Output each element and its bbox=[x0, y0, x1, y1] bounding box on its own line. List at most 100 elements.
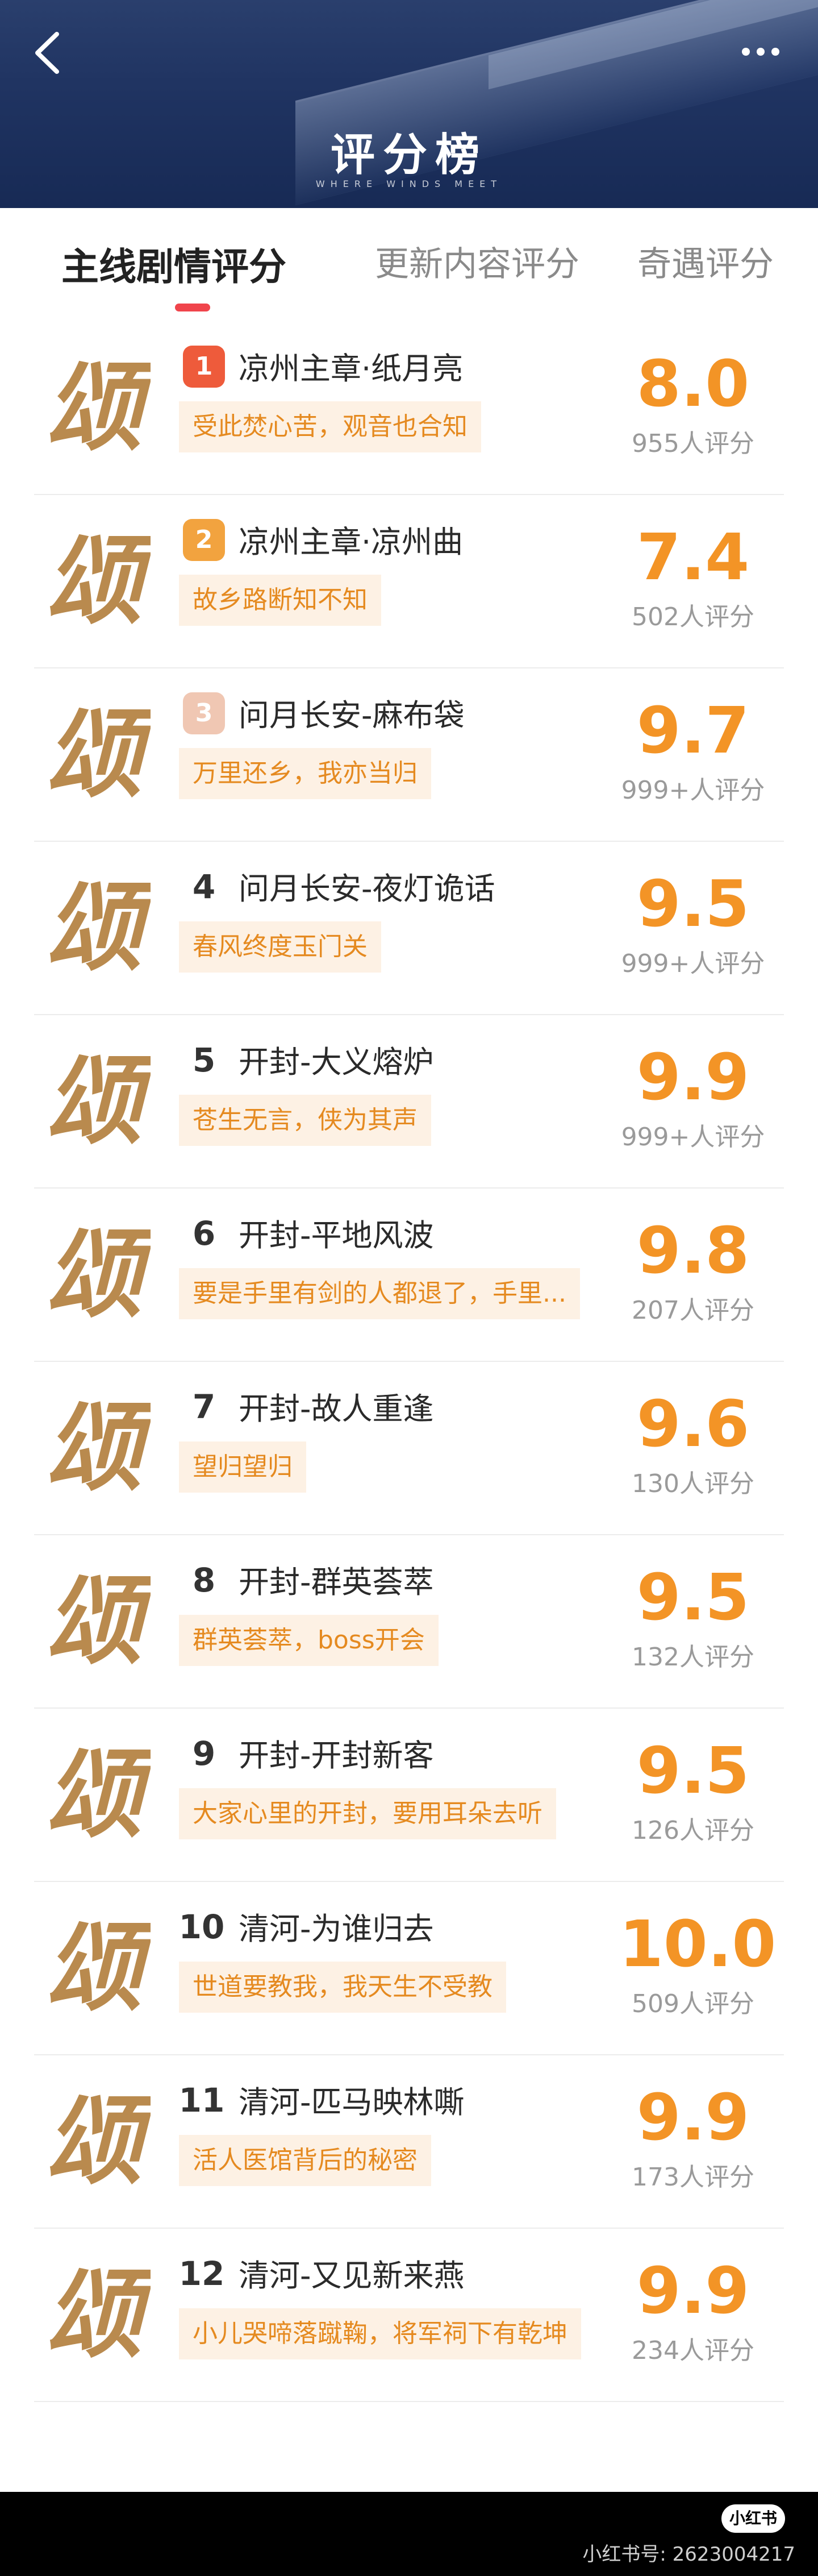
rank-medal-icon: 3 bbox=[183, 692, 225, 734]
rank-number: 4 bbox=[192, 867, 216, 906]
rating-score: 9.9 bbox=[636, 2081, 750, 2155]
rating-score: 10.0 bbox=[619, 1908, 777, 1981]
episode-title: 开封-大义熔炉 bbox=[239, 1044, 434, 1080]
episode-title: 清河-为谁归去 bbox=[239, 1911, 434, 1947]
page-header: 评分榜 WHERE WINDS MEET bbox=[0, 0, 818, 208]
svg-text:颂: 颂 bbox=[45, 1391, 151, 1504]
list-item[interactable]: 颂 4 问月长安-夜灯诡话 春风终度玉门关 9.5 999+人评分 bbox=[34, 842, 784, 1015]
tab-active-indicator bbox=[175, 304, 210, 311]
praise-seal-icon: 颂 bbox=[37, 1910, 159, 2025]
praise-seal-icon: 颂 bbox=[37, 1217, 159, 1331]
episode-title: 开封-故人重逢 bbox=[239, 1391, 434, 1427]
tab-main-story[interactable]: 主线剧情评分 bbox=[61, 236, 286, 291]
list-item[interactable]: 颂 9 开封-开封新客大家心里的开封，要用耳朵去听 9.5 126人评分 bbox=[34, 1709, 784, 1882]
svg-text:颂: 颂 bbox=[45, 524, 151, 637]
rating-count: 999+人评分 bbox=[621, 949, 765, 978]
rating-count: 999+人评分 bbox=[621, 1123, 765, 1152]
episode-quote: 世道要教我，我天生不受教 bbox=[179, 1962, 506, 2013]
list-item[interactable]: 颂 8 开封-群英荟萃群英荟萃，boss开会 9.5 132人评分 bbox=[34, 1535, 784, 1709]
page-title: 评分榜 bbox=[330, 129, 487, 181]
episode-title: 凉州主章·凉州曲 bbox=[239, 524, 464, 560]
tab-update-content[interactable]: 更新内容评分 bbox=[375, 236, 579, 286]
episode-quote: 小儿哭啼落蹴鞠，将军祠下有乾坤 bbox=[179, 2308, 581, 2359]
rating-count: 130人评分 bbox=[632, 1469, 754, 1498]
rank-number: 5 bbox=[192, 1041, 216, 1079]
praise-seal-icon: 颂 bbox=[37, 523, 159, 638]
svg-text:颂: 颂 bbox=[45, 1044, 151, 1157]
list-item[interactable]: 颂 10 清河-为谁归去世道要教我，我天生不受教 10.0 509人评分 bbox=[34, 1882, 784, 2055]
list-item[interactable]: 颂 11 清河-匹马映林嘶活人医馆背后的秘密 9.9 173人评分 bbox=[34, 2055, 784, 2229]
list-item[interactable]: 颂 12 清河-又见新来燕小儿哭啼落蹴鞠，将军祠下有乾坤 9.9 234人评分 bbox=[34, 2229, 784, 2402]
rating-score: 9.7 bbox=[636, 694, 750, 768]
list-item[interactable]: 颂 7 开封-故人重逢 望归望归 9.6 130人评分 bbox=[34, 1362, 784, 1535]
account-id: 小红书号: 2623004217 bbox=[582, 2543, 795, 2566]
praise-seal-icon: 颂 bbox=[37, 1737, 159, 1851]
episode-title: 清河-又见新来燕 bbox=[239, 2258, 465, 2294]
svg-text:颂: 颂 bbox=[45, 871, 151, 984]
episode-quote: 大家心里的开封，要用耳朵去听 bbox=[179, 1788, 556, 1839]
episode-quote: 活人医馆背后的秘密 bbox=[179, 2135, 431, 2186]
tab-encounters[interactable]: 奇遇评分 bbox=[637, 236, 774, 286]
episode-title: 开封-开封新客 bbox=[239, 1738, 434, 1773]
episode-title: 问月长安-麻布袋 bbox=[239, 697, 465, 733]
episode-quote: 春风终度玉门关 bbox=[179, 921, 381, 973]
svg-text:颂: 颂 bbox=[45, 1738, 151, 1851]
rank-number: 10 bbox=[178, 1908, 225, 1946]
praise-seal-icon: 颂 bbox=[37, 1564, 159, 1678]
rating-count: 955人评分 bbox=[632, 429, 754, 458]
episode-title: 清河-匹马映林嘶 bbox=[239, 2084, 465, 2120]
list-item[interactable]: 颂 6 开封-平地风波 要是手里有剑的人都退了，手里... 9.8 207人评分 bbox=[34, 1189, 784, 1362]
rating-score: 9.5 bbox=[636, 1734, 750, 1808]
rating-score: 9.5 bbox=[636, 1561, 750, 1635]
episode-title: 凉州主章·纸月亮 bbox=[239, 351, 464, 387]
episode-quote: 受此焚心苦，观音也合知 bbox=[179, 401, 481, 452]
rating-count: 126人评分 bbox=[632, 1816, 754, 1845]
episode-title: 开封-平地风波 bbox=[239, 1218, 434, 1253]
praise-seal-icon: 颂 bbox=[37, 697, 159, 811]
praise-seal-icon: 颂 bbox=[37, 350, 159, 464]
episode-quote: 望归望归 bbox=[179, 1441, 306, 1493]
rating-count: 509人评分 bbox=[632, 1989, 754, 2018]
more-button[interactable] bbox=[738, 36, 795, 70]
rating-score: 9.9 bbox=[636, 2254, 750, 2328]
praise-seal-icon: 颂 bbox=[37, 1390, 159, 1505]
chevron-left-icon bbox=[35, 32, 59, 74]
rank-number: 6 bbox=[192, 1214, 216, 1253]
svg-text:颂: 颂 bbox=[45, 697, 151, 811]
list-item[interactable]: 颂 1 凉州主章·纸月亮受此焚心苦，观音也合知 8.0 955人评分 bbox=[34, 322, 784, 495]
episode-quote: 故乡路断知不知 bbox=[179, 575, 381, 626]
svg-text:颂: 颂 bbox=[45, 2084, 151, 2197]
rating-count: 132人评分 bbox=[632, 1643, 754, 1672]
list-item[interactable]: 颂 3 问月长安-麻布袋万里还乡，我亦当归 9.7 999+人评分 bbox=[34, 668, 784, 842]
episode-quote: 群英荟萃，boss开会 bbox=[179, 1615, 439, 1666]
praise-seal-icon: 颂 bbox=[37, 1044, 159, 1158]
rating-count: 999+人评分 bbox=[621, 776, 765, 805]
rating-score: 9.8 bbox=[636, 1214, 750, 1288]
rank-medal-icon: 1 bbox=[183, 346, 225, 388]
rank-medal-icon: 2 bbox=[183, 519, 225, 561]
rating-count: 502人评分 bbox=[632, 603, 754, 631]
tab-bar: 主线剧情评分 更新内容评分 奇遇评分 bbox=[0, 208, 818, 322]
praise-seal-icon: 颂 bbox=[37, 2257, 159, 2371]
back-button[interactable] bbox=[27, 27, 73, 78]
svg-text:颂: 颂 bbox=[45, 351, 151, 464]
rating-score: 7.4 bbox=[636, 521, 750, 595]
more-dots-icon bbox=[742, 48, 750, 56]
rating-count: 234人评分 bbox=[632, 2336, 754, 2365]
rating-count: 173人评分 bbox=[632, 2163, 754, 2192]
praise-seal-icon: 颂 bbox=[37, 870, 159, 984]
episode-title: 开封-群英荟萃 bbox=[239, 1564, 434, 1600]
rating-score: 8.0 bbox=[636, 347, 750, 421]
list-item[interactable]: 颂 2 凉州主章·凉州曲故乡路断知不知 7.4 502人评分 bbox=[34, 495, 784, 668]
rank-number: 9 bbox=[192, 1734, 216, 1773]
list-item[interactable]: 颂 5 开封-大义熔炉 苍生无言，侠为其声 9.9 999+人评分 bbox=[34, 1015, 784, 1189]
rank-number: 8 bbox=[192, 1561, 216, 1599]
rank-number: 11 bbox=[178, 2081, 225, 2120]
svg-text:颂: 颂 bbox=[45, 1218, 151, 1331]
rating-list: 颂 1 凉州主章·纸月亮 受此焚心苦，观音也合知 8.0 955人评分颂 2 凉州主章·凉州曲… bbox=[0, 322, 818, 2402]
svg-text:颂: 颂 bbox=[45, 2258, 151, 2371]
episode-quote: 万里还乡，我亦当归 bbox=[179, 748, 431, 799]
rank-number: 12 bbox=[178, 2254, 225, 2293]
xiaohongshu-logo: 小红书 bbox=[721, 2504, 785, 2533]
rating-score: 9.5 bbox=[636, 867, 750, 941]
